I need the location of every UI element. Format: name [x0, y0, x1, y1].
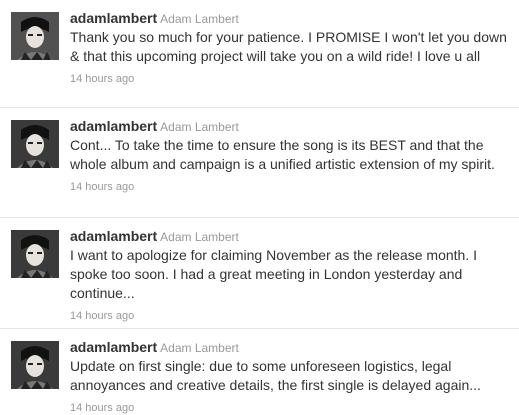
tweet-header: adamlambert Adam Lambert [70, 10, 513, 27]
profile-photo-icon [11, 341, 59, 389]
tweet-text: Thank you so much for your patience. I P… [70, 29, 507, 64]
tweet-item: adamlambert Adam Lambert I want to apolog… [0, 218, 519, 329]
timestamp-link[interactable]: 14 hours ago [70, 72, 513, 86]
profile-photo-icon [11, 230, 59, 278]
tweet-item: adamlambert Adam Lambert Update on first … [0, 329, 519, 415]
profile-photo-icon [11, 120, 59, 168]
tweet-content: adamlambert Adam Lambert Update on first … [70, 339, 513, 415]
tweet-header: adamlambert Adam Lambert [70, 118, 513, 135]
full-name: Adam Lambert [160, 12, 239, 26]
screen-name-link[interactable]: adamlambert [70, 228, 157, 244]
timestamp-link[interactable]: 14 hours ago [70, 309, 513, 323]
tweet-text: I want to apologize for claiming Novembe… [70, 247, 477, 301]
tweet-text: Cont... To take the time to ensure the s… [70, 137, 495, 172]
avatar[interactable] [11, 230, 59, 278]
full-name: Adam Lambert [160, 341, 239, 355]
full-name: Adam Lambert [160, 120, 239, 134]
tweet-header: adamlambert Adam Lambert [70, 339, 513, 356]
screen-name-link[interactable]: adamlambert [70, 339, 157, 355]
profile-photo-icon [11, 12, 59, 60]
avatar[interactable] [11, 12, 59, 60]
tweet-item: adamlambert Adam Lambert Thank you so muc… [0, 0, 519, 108]
avatar[interactable] [11, 120, 59, 168]
tweet-content: adamlambert Adam Lambert Thank you so muc… [70, 10, 513, 86]
screen-name-link[interactable]: adamlambert [70, 10, 157, 26]
tweet-timeline: adamlambert Adam Lambert Thank you so muc… [0, 0, 519, 415]
timestamp-link[interactable]: 14 hours ago [70, 180, 513, 194]
tweet-text: Update on first single: due to some unfo… [70, 358, 481, 393]
tweet-content: adamlambert Adam Lambert Cont... To take … [70, 118, 513, 194]
tweet-content: adamlambert Adam Lambert I want to apolog… [70, 228, 513, 323]
tweet-header: adamlambert Adam Lambert [70, 228, 513, 245]
timestamp-link[interactable]: 14 hours ago [70, 401, 513, 415]
screen-name-link[interactable]: adamlambert [70, 118, 157, 134]
avatar[interactable] [11, 341, 59, 389]
tweet-item: adamlambert Adam Lambert Cont... To take … [0, 108, 519, 218]
full-name: Adam Lambert [160, 230, 239, 244]
